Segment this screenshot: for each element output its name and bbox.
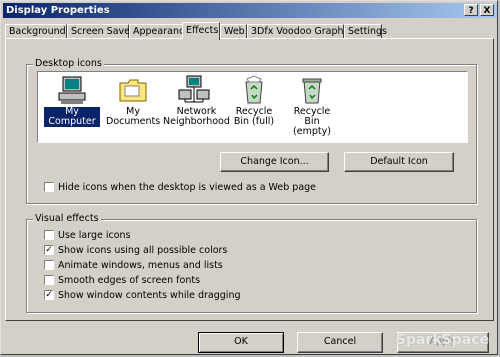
effect-option[interactable]: ✓ Show window contents while dragging — [44, 289, 241, 302]
tab-appearance[interactable]: Appearance — [129, 24, 190, 39]
effect-label: Smooth edges of screen fonts — [58, 275, 201, 286]
hide-icons-option[interactable]: Hide icons when the desktop is viewed as… — [44, 181, 317, 194]
show-icons-all-colors-checkbox[interactable]: ✓ — [44, 244, 54, 255]
tab-web[interactable]: Web — [220, 24, 247, 39]
display-properties-window: Display Properties ? X Background Screen… — [0, 0, 498, 355]
window-title: Display Properties — [6, 5, 110, 16]
effect-option[interactable]: Animate windows, menus and lists — [44, 259, 223, 272]
tab-3dfx-voodoo-graphics[interactable]: 3Dfx Voodoo Graphics — [247, 24, 356, 39]
effect-label: Use large icons — [58, 230, 131, 241]
cancel-button[interactable]: Cancel — [297, 332, 383, 353]
smooth-fonts-checkbox[interactable] — [44, 274, 54, 285]
animate-windows-checkbox[interactable] — [44, 259, 54, 270]
effects-panel: Desktop icons My Computer My Documents N… — [5, 38, 494, 321]
icon-label-my-documents: My Documents — [106, 106, 161, 127]
close-button[interactable]: X — [480, 4, 494, 16]
icon-label-recycle-bin-empty: Recycle Bin (empty) — [293, 106, 331, 137]
network-icon — [178, 75, 210, 103]
title-bar[interactable]: Display Properties ? X — [3, 3, 497, 18]
icon-label-recycle-bin-full: Recycle Bin (full) — [233, 106, 275, 127]
effect-option[interactable]: Smooth edges of screen fonts — [44, 274, 201, 287]
hide-icons-checkbox[interactable] — [44, 181, 54, 192]
effect-option[interactable]: Use large icons — [44, 229, 131, 242]
effect-label: Animate windows, menus and lists — [58, 260, 223, 271]
hide-icons-label: Hide icons when the desktop is viewed as… — [58, 182, 317, 193]
icon-item-recycle-bin-empty[interactable]: Recycle Bin (empty) — [284, 75, 340, 137]
tab-settings[interactable]: Settings — [344, 24, 387, 39]
icon-item-my-documents[interactable]: My Documents — [105, 75, 161, 127]
use-large-icons-checkbox[interactable] — [44, 229, 54, 240]
effect-label: Show icons using all possible colors — [58, 245, 228, 256]
effect-label: Show window contents while dragging — [58, 290, 241, 301]
effect-option[interactable]: ✓ Show icons using all possible colors — [44, 244, 228, 257]
show-window-contents-checkbox[interactable]: ✓ — [44, 289, 54, 300]
visual-effects-label: Visual effects — [33, 213, 101, 224]
tab-effects[interactable]: Effects — [182, 22, 220, 40]
tab-background[interactable]: Background — [5, 24, 67, 39]
ok-button[interactable]: OK — [198, 332, 284, 353]
desktop-icon-list[interactable]: My Computer My Documents Network Neighbo… — [37, 71, 468, 143]
tab-screen-saver[interactable]: Screen Saver — [67, 24, 134, 39]
watermark: SparkSpace — [395, 332, 489, 348]
icon-label-my-computer: My Computer — [44, 107, 100, 127]
help-button[interactable]: ? — [464, 4, 478, 16]
icon-label-network-neighborhood: Network Neighborhood — [163, 106, 230, 127]
icon-item-recycle-bin-full[interactable]: Recycle Bin (full) — [226, 75, 282, 127]
desktop-icons-label: Desktop icons — [33, 58, 104, 69]
change-icon-button[interactable]: Change Icon... — [220, 152, 329, 172]
default-icon-button[interactable]: Default Icon — [344, 152, 454, 172]
recycle-bin-empty-icon — [302, 78, 322, 104]
computer-icon — [58, 76, 86, 104]
icon-item-network-neighborhood[interactable]: Network Neighborhood — [162, 75, 230, 127]
recycle-bin-full-icon — [245, 75, 263, 104]
folder-icon — [119, 79, 147, 102]
icon-item-my-computer[interactable]: My Computer — [44, 75, 100, 127]
